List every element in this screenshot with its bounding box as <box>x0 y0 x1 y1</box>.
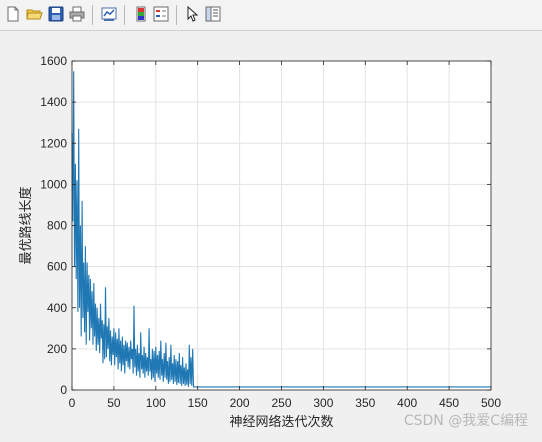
figure-toolbar <box>0 0 542 31</box>
edit-plot-icon[interactable] <box>184 5 202 23</box>
x-tick-label: 300 <box>313 396 333 410</box>
y-tick-label: 1400 <box>40 95 67 109</box>
open-folder-icon[interactable] <box>25 5 43 23</box>
x-tick-label: 0 <box>69 396 76 410</box>
y-tick-label: 0 <box>60 383 67 397</box>
y-tick-label: 800 <box>47 219 67 233</box>
property-inspector-icon[interactable] <box>204 5 222 23</box>
x-tick-label: 200 <box>230 396 250 410</box>
y-tick-label: 600 <box>47 260 67 274</box>
y-axis-label: 最优路线长度 <box>18 186 34 264</box>
toolbar-separator <box>92 5 93 25</box>
y-tick-label: 1600 <box>40 54 67 68</box>
figure-canvas: 0 50 100 150 200 250 300 350 400 450 500 0 200 400 600… <box>0 31 542 438</box>
y-tick-label: 1200 <box>40 136 67 150</box>
watermark: CSDN @我爱C编程 <box>403 413 528 429</box>
legend-icon[interactable] <box>152 5 170 23</box>
x-tick-label: 350 <box>355 396 375 410</box>
toolbar-separator <box>124 5 125 25</box>
figure-window: 0 50 100 150 200 250 300 350 400 450 500 0 200 400 600… <box>0 0 542 438</box>
y-tick-label: 400 <box>47 301 67 315</box>
new-file-icon[interactable] <box>4 5 22 23</box>
print-icon[interactable] <box>68 5 86 23</box>
x-tick-label: 50 <box>107 396 121 410</box>
save-icon[interactable] <box>47 5 65 23</box>
colorbar-icon[interactable] <box>132 5 150 23</box>
x-tick-label: 100 <box>146 396 166 410</box>
x-tick-label: 500 <box>481 396 501 410</box>
x-axis-label: 神经网络迭代次数 <box>229 414 333 430</box>
x-tick-label: 150 <box>188 396 208 410</box>
toolbar-separator <box>176 5 177 25</box>
x-tick-label: 250 <box>271 396 291 410</box>
x-tick-label: 450 <box>439 396 459 410</box>
link-plot-icon[interactable] <box>100 5 118 23</box>
y-tick-label: 1000 <box>40 177 67 191</box>
x-tick-label: 400 <box>397 396 417 410</box>
y-tick-label: 200 <box>47 342 67 356</box>
line-plot[interactable]: 0 50 100 150 200 250 300 350 400 450 500 0 200 400 600… <box>0 31 542 438</box>
